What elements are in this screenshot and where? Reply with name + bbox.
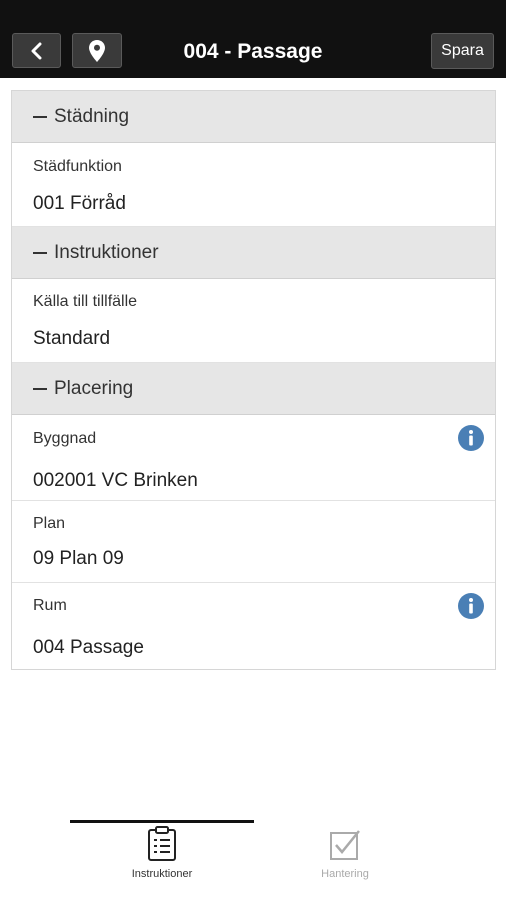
field-byggnad[interactable]: Byggnad 002001 VC Brinken (12, 415, 495, 501)
page-title: 004 - Passage (183, 40, 323, 63)
field-value: 002001 VC Brinken (33, 470, 198, 491)
active-tab-indicator (70, 820, 254, 823)
field-label: Byggnad (33, 430, 97, 447)
section-title: Instruktioner (54, 241, 159, 263)
top-app-bar: 004 - Passage Spara (0, 0, 506, 78)
collapse-icon (33, 387, 47, 390)
field-label: Källa till tillfälle (33, 293, 138, 310)
map-pin-icon (89, 39, 105, 62)
section-header-instruktioner[interactable]: Instruktioner (12, 227, 495, 279)
tab-label: Instruktioner (131, 868, 193, 880)
field-label: Städfunktion (33, 158, 122, 175)
location-button[interactable] (72, 33, 122, 68)
field-stadfunktion[interactable]: Städfunktion 001 Förråd (12, 143, 495, 227)
clipboard-icon (148, 826, 176, 861)
details-panel: Städning Städfunktion 001 Förråd Instruk… (11, 90, 496, 670)
info-icon[interactable] (458, 593, 484, 619)
tab-instruktioner[interactable]: Instruktioner (87, 826, 237, 896)
field-value: 004 Passage (33, 637, 144, 658)
save-button[interactable]: Spara (431, 33, 494, 69)
info-icon[interactable] (458, 425, 484, 451)
checkbox-icon (330, 830, 360, 860)
section-title: Placering (54, 377, 134, 399)
section-title: Städning (54, 105, 130, 127)
chevron-left-icon (31, 42, 41, 59)
section-header-stadning[interactable]: Städning (12, 91, 495, 143)
section-header-placering[interactable]: Placering (12, 363, 495, 415)
field-rum[interactable]: Rum 004 Passage (12, 583, 495, 669)
field-label: Plan (33, 515, 66, 532)
field-plan[interactable]: Plan 09 Plan 09 (12, 501, 495, 583)
tab-hantering[interactable]: Hantering (270, 826, 420, 896)
field-value: Standard (33, 328, 111, 349)
back-button[interactable] (12, 33, 61, 68)
field-label: Rum (33, 597, 67, 614)
tab-label: Hantering (321, 868, 369, 880)
field-kalla-till-tillfalle[interactable]: Källa till tillfälle Standard (12, 279, 495, 363)
field-value: 001 Förråd (33, 193, 126, 214)
field-value: 09 Plan 09 (33, 548, 124, 569)
collapse-icon (33, 115, 47, 118)
collapse-icon (33, 251, 47, 254)
